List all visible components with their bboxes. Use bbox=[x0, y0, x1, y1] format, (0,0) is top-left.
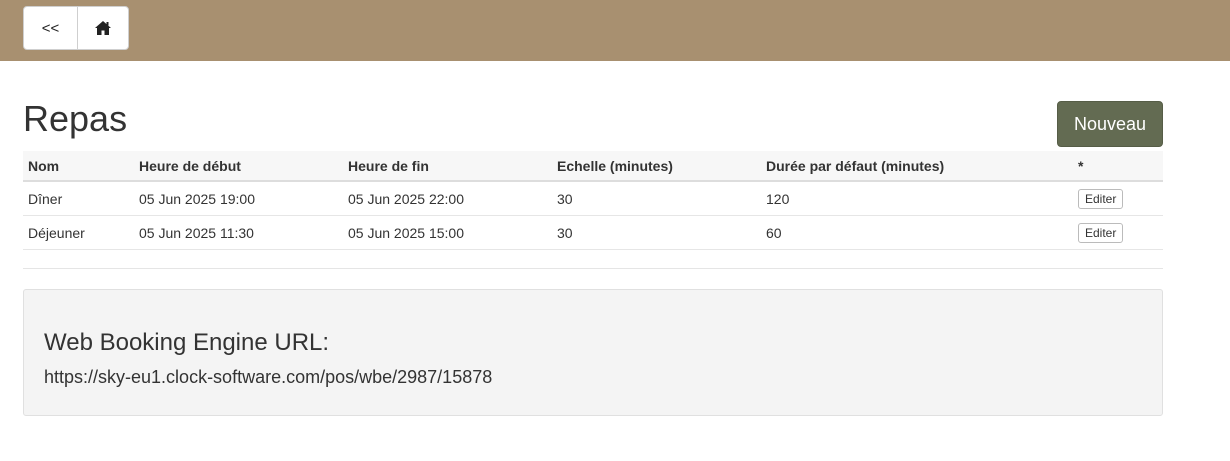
start-time-cell: 05 Jun 2025 19:00 bbox=[134, 181, 343, 216]
table-row: Dîner 05 Jun 2025 19:00 05 Jun 2025 22:0… bbox=[23, 181, 1163, 216]
start-time-cell: 05 Jun 2025 11:30 bbox=[134, 215, 343, 250]
table-header-row: Nom Heure de début Heure de fin Echelle … bbox=[23, 151, 1163, 182]
scale-cell: 30 bbox=[552, 181, 761, 216]
home-icon bbox=[95, 21, 111, 35]
scale-cell: 30 bbox=[552, 215, 761, 250]
meal-name-link[interactable]: Déjeuner bbox=[23, 215, 134, 250]
booking-url-heading: Web Booking Engine URL: bbox=[44, 329, 330, 356]
column-header-end[interactable]: Heure de fin bbox=[343, 151, 552, 182]
duration-cell: 60 bbox=[761, 215, 1073, 250]
back-button[interactable]: << bbox=[23, 6, 78, 50]
meals-table: Nom Heure de début Heure de fin Echelle … bbox=[23, 151, 1163, 250]
booking-url-text: https://sky-eu1.clock-software.com/pos/w… bbox=[44, 367, 493, 387]
edit-button[interactable]: Editer bbox=[1078, 188, 1124, 209]
duration-cell: 120 bbox=[761, 181, 1073, 216]
meal-name-link[interactable]: Dîner bbox=[23, 181, 134, 216]
column-header-name[interactable]: Nom bbox=[23, 151, 134, 182]
table-row: Déjeuner 05 Jun 2025 11:30 05 Jun 2025 1… bbox=[23, 215, 1163, 250]
column-header-duration[interactable]: Durée par défaut (minutes) bbox=[761, 151, 1073, 182]
end-time-cell: 05 Jun 2025 22:00 bbox=[343, 181, 552, 216]
booking-url-panel: Web Booking Engine URL: https://sky-eu1.… bbox=[23, 289, 1163, 416]
edit-button[interactable]: Editer bbox=[1078, 222, 1124, 243]
end-time-cell: 05 Jun 2025 15:00 bbox=[343, 215, 552, 250]
home-button[interactable] bbox=[77, 6, 129, 50]
section-divider bbox=[23, 268, 1163, 269]
top-navbar: << bbox=[0, 0, 1230, 61]
actions-cell: Editer bbox=[1073, 181, 1163, 216]
column-header-actions: * bbox=[1073, 151, 1163, 182]
column-header-start[interactable]: Heure de début bbox=[134, 151, 343, 182]
actions-cell: Editer bbox=[1073, 215, 1163, 250]
page-title: Repas bbox=[23, 98, 128, 139]
new-button[interactable]: Nouveau bbox=[1057, 101, 1163, 147]
column-header-scale[interactable]: Echelle (minutes) bbox=[552, 151, 761, 182]
